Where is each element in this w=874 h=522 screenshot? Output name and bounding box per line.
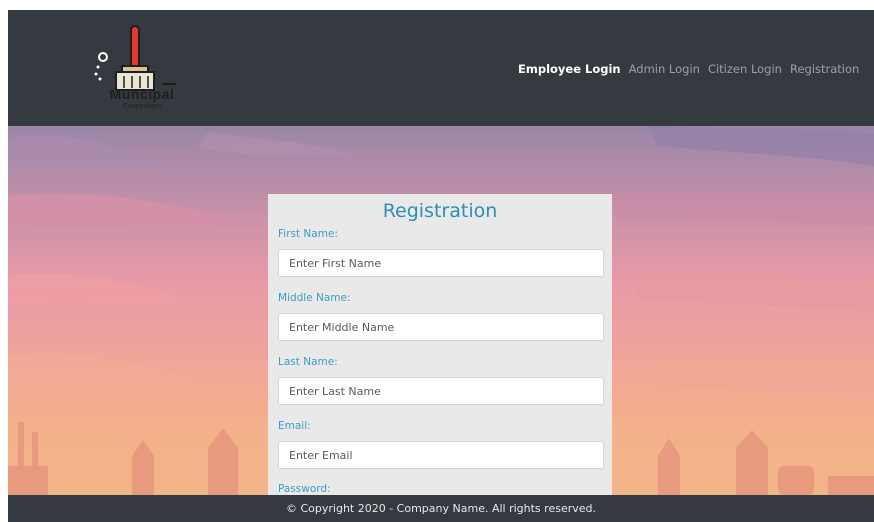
brand-logo[interactable]: Muncipal Cooperation (86, 22, 198, 124)
email-input[interactable] (278, 441, 604, 469)
middle-name-label: Middle Name: (278, 292, 351, 304)
first-name-label: First Name: (278, 228, 338, 240)
logo-text: Muncipal (109, 86, 175, 102)
logo-subtext: Cooperation (122, 103, 162, 110)
registration-form: Registration First Name: Middle Name: La… (268, 194, 612, 495)
main-nav: Employee Login Admin Login Citizen Login… (518, 62, 867, 76)
page: Muncipal Cooperation Employee Login Admi… (8, 10, 874, 522)
top-navbar: Muncipal Cooperation Employee Login Admi… (8, 10, 874, 126)
nav-registration[interactable]: Registration (790, 62, 859, 76)
email-label: Email: (278, 420, 311, 432)
form-title: Registration (382, 200, 498, 222)
nav-citizen-login[interactable]: Citizen Login (708, 62, 782, 76)
nav-admin-login[interactable]: Admin Login (629, 62, 700, 76)
password-label: Password: (278, 483, 331, 495)
footer: © Copyright 2020 - Company Name. All rig… (8, 495, 874, 522)
last-name-label: Last Name: (278, 356, 338, 368)
middle-name-input[interactable] (278, 313, 604, 341)
nav-employee-login[interactable]: Employee Login (518, 62, 621, 76)
broom-icon (94, 25, 176, 91)
first-name-input[interactable] (278, 249, 604, 277)
last-name-input[interactable] (278, 377, 604, 405)
copyright-text: © Copyright 2020 - Company Name. All rig… (285, 502, 596, 515)
